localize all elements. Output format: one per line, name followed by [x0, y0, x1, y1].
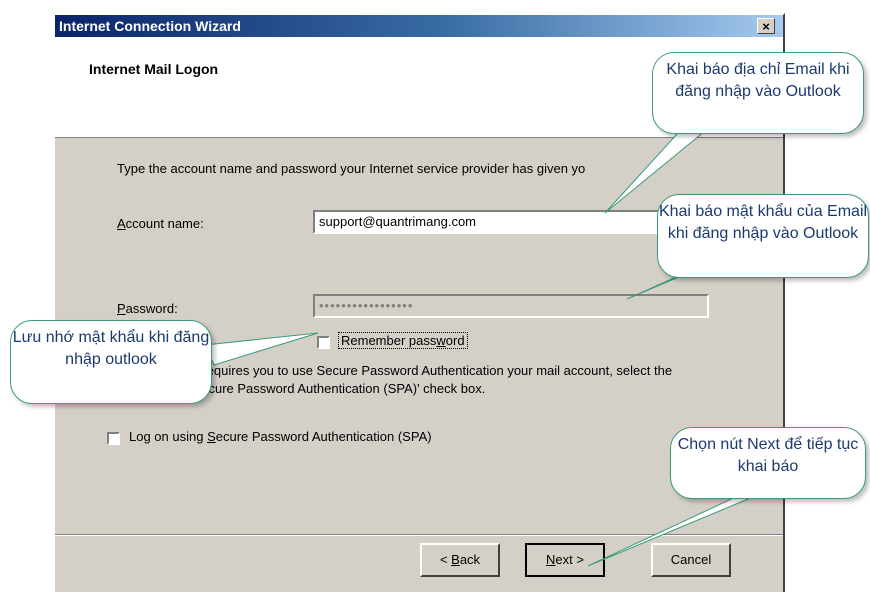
next-callout: Chọn nút Next để tiếp tục khai báo — [670, 427, 866, 499]
close-button[interactable]: × — [757, 18, 775, 34]
password-label: Password: — [117, 301, 178, 316]
next-button[interactable]: Next > — [525, 543, 605, 577]
password-input[interactable]: ••••••••••••••••• — [313, 294, 709, 318]
account-name-input[interactable]: support@quantrimang.com — [313, 210, 709, 234]
password-callout: Khai báo mật khẩu của Email khi đăng nhậ… — [657, 194, 869, 278]
window-title: Internet Connection Wizard — [59, 18, 241, 34]
remember-password-label[interactable]: Remember password — [338, 332, 468, 349]
instruction-text: Type the account name and password your … — [117, 161, 586, 176]
account-name-label: Account name: — [117, 216, 204, 231]
email-callout: Khai báo địa chỉ Email khi đăng nhập vào… — [652, 52, 864, 134]
remember-callout: Lưu nhớ mật khẩu khi đăng nhập outlook — [10, 320, 212, 404]
cancel-button[interactable]: Cancel — [651, 543, 731, 577]
remember-password-checkbox[interactable] — [317, 336, 330, 349]
title-bar[interactable]: Internet Connection Wizard × — [55, 15, 783, 37]
spa-label[interactable]: Log on using Secure Password Authenticat… — [129, 429, 432, 444]
spa-checkbox[interactable] — [107, 432, 120, 445]
back-button[interactable]: < Back — [420, 543, 500, 577]
button-separator — [55, 534, 783, 536]
page-title: Internet Mail Logon — [89, 61, 219, 77]
